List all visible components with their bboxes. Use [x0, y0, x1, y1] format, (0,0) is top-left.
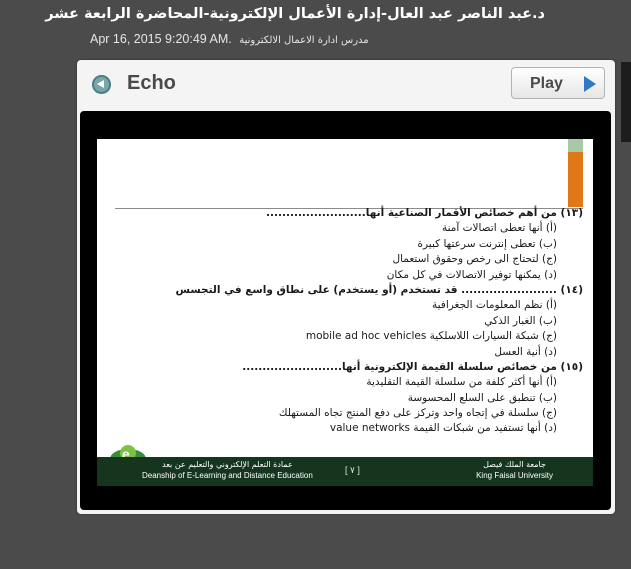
lecture-slide: (١٣) من أهم خصائص الأقمار الصناعية أنها.… [97, 139, 593, 486]
slide-line: (ج) سلسلة في إتجاه واحد وتركز على دفع ال… [278, 407, 557, 420]
university-logo-text: جامعة الملك فيصل King Faisal University [476, 460, 553, 480]
play-button[interactable]: Play [511, 67, 605, 99]
slide-line: (ج) لتحتاج الى رخص وحقوق استعمال [392, 253, 557, 266]
player-app-name: Echo [127, 72, 176, 94]
slide-line: (د) يمكنها توفير الاتصالات في كل مكان [386, 268, 557, 281]
slide-line: (ب) تعطى إنترنت سرعتها كبيرة [417, 237, 557, 250]
slide-line: (أ) أنها أكثر كلفة من سلسلة القيمة التقل… [366, 376, 557, 389]
slide-line: (١٤) ........................ قد تستخدم … [175, 283, 584, 296]
recording-title: د.عبد الناصر عبد العال-إدارة الأعمال الإ… [45, 6, 545, 22]
slide-line: (أ) نظم المعلومات الجغرافية [432, 299, 557, 312]
deanship-name-ar: عمادة التعلم الإلكتروني والتعليم عن بعد [162, 460, 293, 469]
slide-footer: جامعة الملك فيصل King Faisal University … [97, 457, 593, 486]
recording-header: د.عبد الناصر عبد العال-إدارة الأعمال الإ… [0, 0, 631, 60]
university-name-en: King Faisal University [476, 471, 553, 480]
slide-line: (د) أنية العسل [494, 345, 557, 358]
slide-questions: (١٣) من أهم خصائص الأقمار الصناعية أنها.… [113, 206, 584, 437]
slide-line: (ب) الغبار الذكي [484, 314, 557, 327]
side-scrollbar[interactable] [621, 62, 631, 142]
university-name-ar: جامعة الملك فيصل [483, 460, 546, 469]
slide-line: (١٥) من خصائص سلسلة القيمة الإلكترونية أ… [242, 360, 583, 373]
slide-line: (ج) شبكة السيارات اللاسلكية mobile ad ho… [305, 330, 557, 343]
slide-line: (أ) أنها تعطى اتصالات آمنة [441, 222, 557, 235]
slide-page-number: [ ٧ ] [345, 465, 360, 475]
play-triangle-icon [584, 76, 596, 92]
slide-accent-green [568, 139, 583, 152]
deanship-name-en: Deanship of E-Learning and Distance Educ… [142, 471, 313, 480]
recording-meta: Apr 16, 2015 9:20:49 AM. مدرس ادارة الاع… [90, 32, 369, 46]
recording-date: Apr 16, 2015 9:20:49 AM. [90, 32, 232, 46]
echo-player-card: Echo Play (١٣) من أهم خصائص الأقمار الصن… [77, 60, 615, 514]
slide-line: (ب) تنطبق على السلع المحسوسة [407, 391, 557, 404]
echo-replay-icon[interactable] [92, 75, 111, 94]
video-viewer[interactable]: (١٣) من أهم خصائص الأقمار الصناعية أنها.… [80, 111, 611, 510]
recording-course: مدرس ادارة الاعمال الالكترونية [239, 35, 369, 46]
deanship-text: عمادة التعلم الإلكتروني والتعليم عن بعد … [142, 460, 313, 480]
play-button-label: Play [530, 75, 563, 92]
slide-line: (١٣) من أهم خصائص الأقمار الصناعية أنها.… [266, 207, 583, 219]
player-header: Echo Play [77, 60, 615, 108]
slide-line: (د) أنها تستفيد من شبكات القيمة value ne… [329, 422, 557, 435]
slide-accent-orange [568, 152, 583, 207]
